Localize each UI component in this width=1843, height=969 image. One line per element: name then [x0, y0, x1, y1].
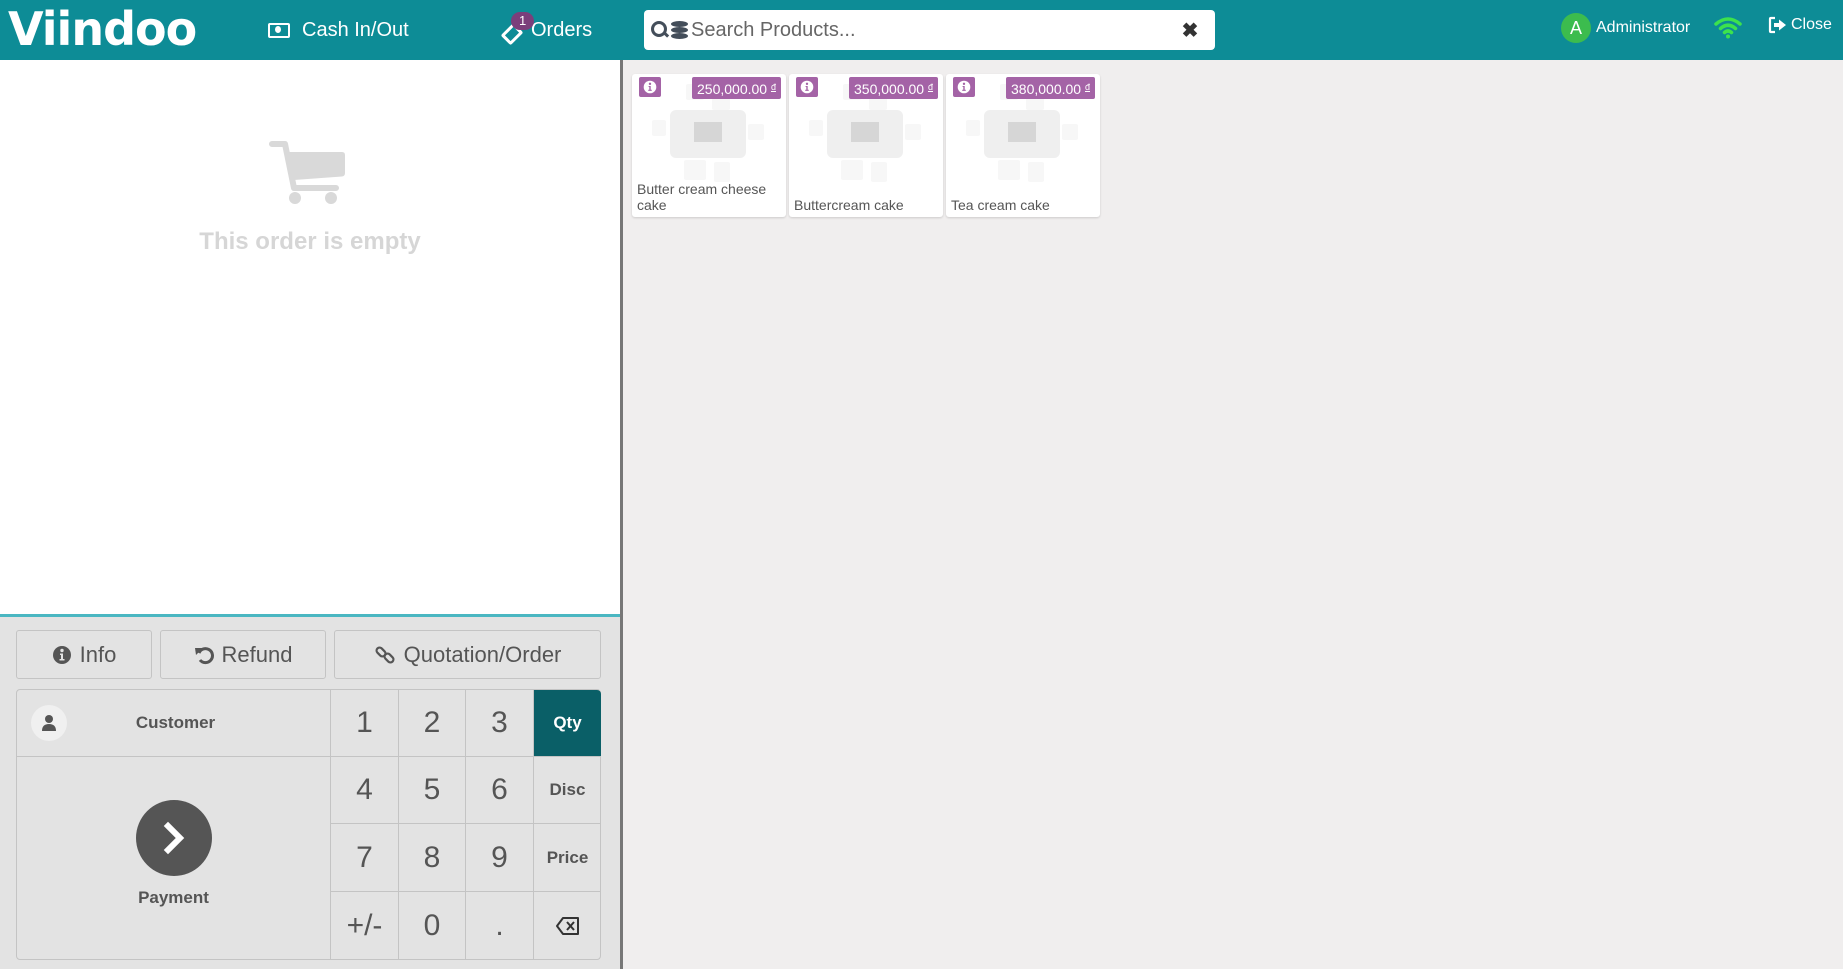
wifi-icon [1714, 17, 1742, 39]
product-name: Butter cream cheese cake [637, 181, 767, 213]
numpad-key-3[interactable]: 3 [466, 690, 534, 757]
mode-price-button[interactable]: Price [534, 824, 601, 892]
payment-label: Payment [138, 887, 209, 907]
undo-icon [194, 646, 214, 664]
numpad-keys: 1 2 3 Qty 4 5 6 Disc 7 8 9 Price +/- 0 . [331, 690, 601, 960]
numpad-key-0[interactable]: 0 [399, 892, 466, 960]
product-price: 250,000.00 đ [692, 77, 781, 99]
product-name: Tea cream cake [951, 197, 1050, 213]
link-icon [375, 645, 395, 664]
product-grid: 250,000.00 đ Butter cream cheese cake 35… [623, 60, 1843, 969]
numpad-key-4[interactable]: 4 [331, 757, 399, 824]
cash-in-out-button[interactable]: Cash In/Out [268, 0, 409, 60]
refund-button[interactable]: Refund [160, 630, 326, 679]
sign-out-icon [1768, 16, 1786, 34]
customer-label: Customer [135, 713, 216, 732]
backspace-icon [555, 917, 579, 935]
numpad-key-1[interactable]: 1 [331, 690, 399, 757]
user-menu[interactable]: A Administrator [1561, 13, 1690, 43]
clear-search-button[interactable]: ✖ [1165, 18, 1215, 43]
money-icon [268, 22, 290, 38]
numpad-key-2[interactable]: 2 [399, 690, 466, 757]
numpad-key-6[interactable]: 6 [466, 757, 534, 824]
search-icon [650, 20, 670, 40]
customer-button[interactable]: Customer [17, 690, 331, 757]
payment-button[interactable]: Payment [17, 757, 331, 960]
numpad-key-5[interactable]: 5 [399, 757, 466, 824]
numpad-key-7[interactable]: 7 [331, 824, 399, 892]
close-session-button[interactable]: Close [1768, 16, 1832, 34]
product-info-icon[interactable] [796, 77, 818, 97]
product-price: 350,000.00 đ [849, 77, 938, 99]
refund-label: Refund [221, 641, 293, 667]
product-card[interactable]: 350,000.00 đ Buttercream cake [789, 74, 943, 217]
orders-button[interactable]: Orders [500, 0, 593, 60]
orders-count-badge: 1 [511, 12, 535, 30]
shopping-cart-icon [269, 141, 345, 204]
cash-in-out-label: Cash In/Out [302, 18, 409, 41]
numpad-key-decimal[interactable]: . [466, 892, 534, 960]
order-pane: This order is empty Info Refund Quotatio… [0, 60, 620, 969]
product-price: 380,000.00 đ [1006, 77, 1095, 99]
numpad-key-9[interactable]: 9 [466, 824, 534, 892]
quotation-order-button[interactable]: Quotation/Order [334, 630, 601, 679]
info-label: Info [79, 641, 117, 667]
search-products-input[interactable] [689, 12, 1165, 48]
mode-qty-button[interactable]: Qty [534, 690, 601, 757]
user-icon [42, 715, 56, 731]
user-avatar: A [1561, 13, 1591, 43]
numpad-panel: Customer Payment 1 2 3 Qty 4 5 6 Disc 7 … [16, 689, 601, 960]
info-button[interactable]: Info [16, 630, 152, 679]
product-name: Buttercream cake [794, 197, 904, 213]
customer-avatar [31, 705, 67, 741]
numpad-key-8[interactable]: 8 [399, 824, 466, 892]
orders-label: Orders [531, 18, 593, 41]
user-name: Administrator [1596, 19, 1691, 36]
top-bar: Viindoo Cash In/Out Orders 1 ✖ A Adminis… [0, 0, 1843, 60]
backspace-button[interactable] [534, 892, 601, 960]
quotation-order-label: Quotation/Order [403, 641, 562, 667]
product-info-icon[interactable] [639, 77, 661, 97]
search-box: ✖ [644, 10, 1215, 50]
product-card[interactable]: 250,000.00 đ Butter cream cheese cake [632, 74, 786, 217]
close-label: Close [1791, 16, 1832, 33]
viindoo-logo: Viindoo [8, 2, 197, 56]
order-lines-area: This order is empty [0, 60, 620, 617]
mode-disc-button[interactable]: Disc [534, 757, 601, 824]
product-card[interactable]: 380,000.00 đ Tea cream cake [946, 74, 1100, 217]
empty-order-message: This order is empty [199, 228, 421, 255]
info-icon [52, 645, 71, 664]
chevron-right-icon [163, 821, 184, 854]
database-icon[interactable] [671, 19, 689, 41]
numpad-key-plus-minus[interactable]: +/- [331, 892, 399, 960]
payment-circle [135, 799, 212, 876]
product-info-icon[interactable] [953, 77, 975, 97]
